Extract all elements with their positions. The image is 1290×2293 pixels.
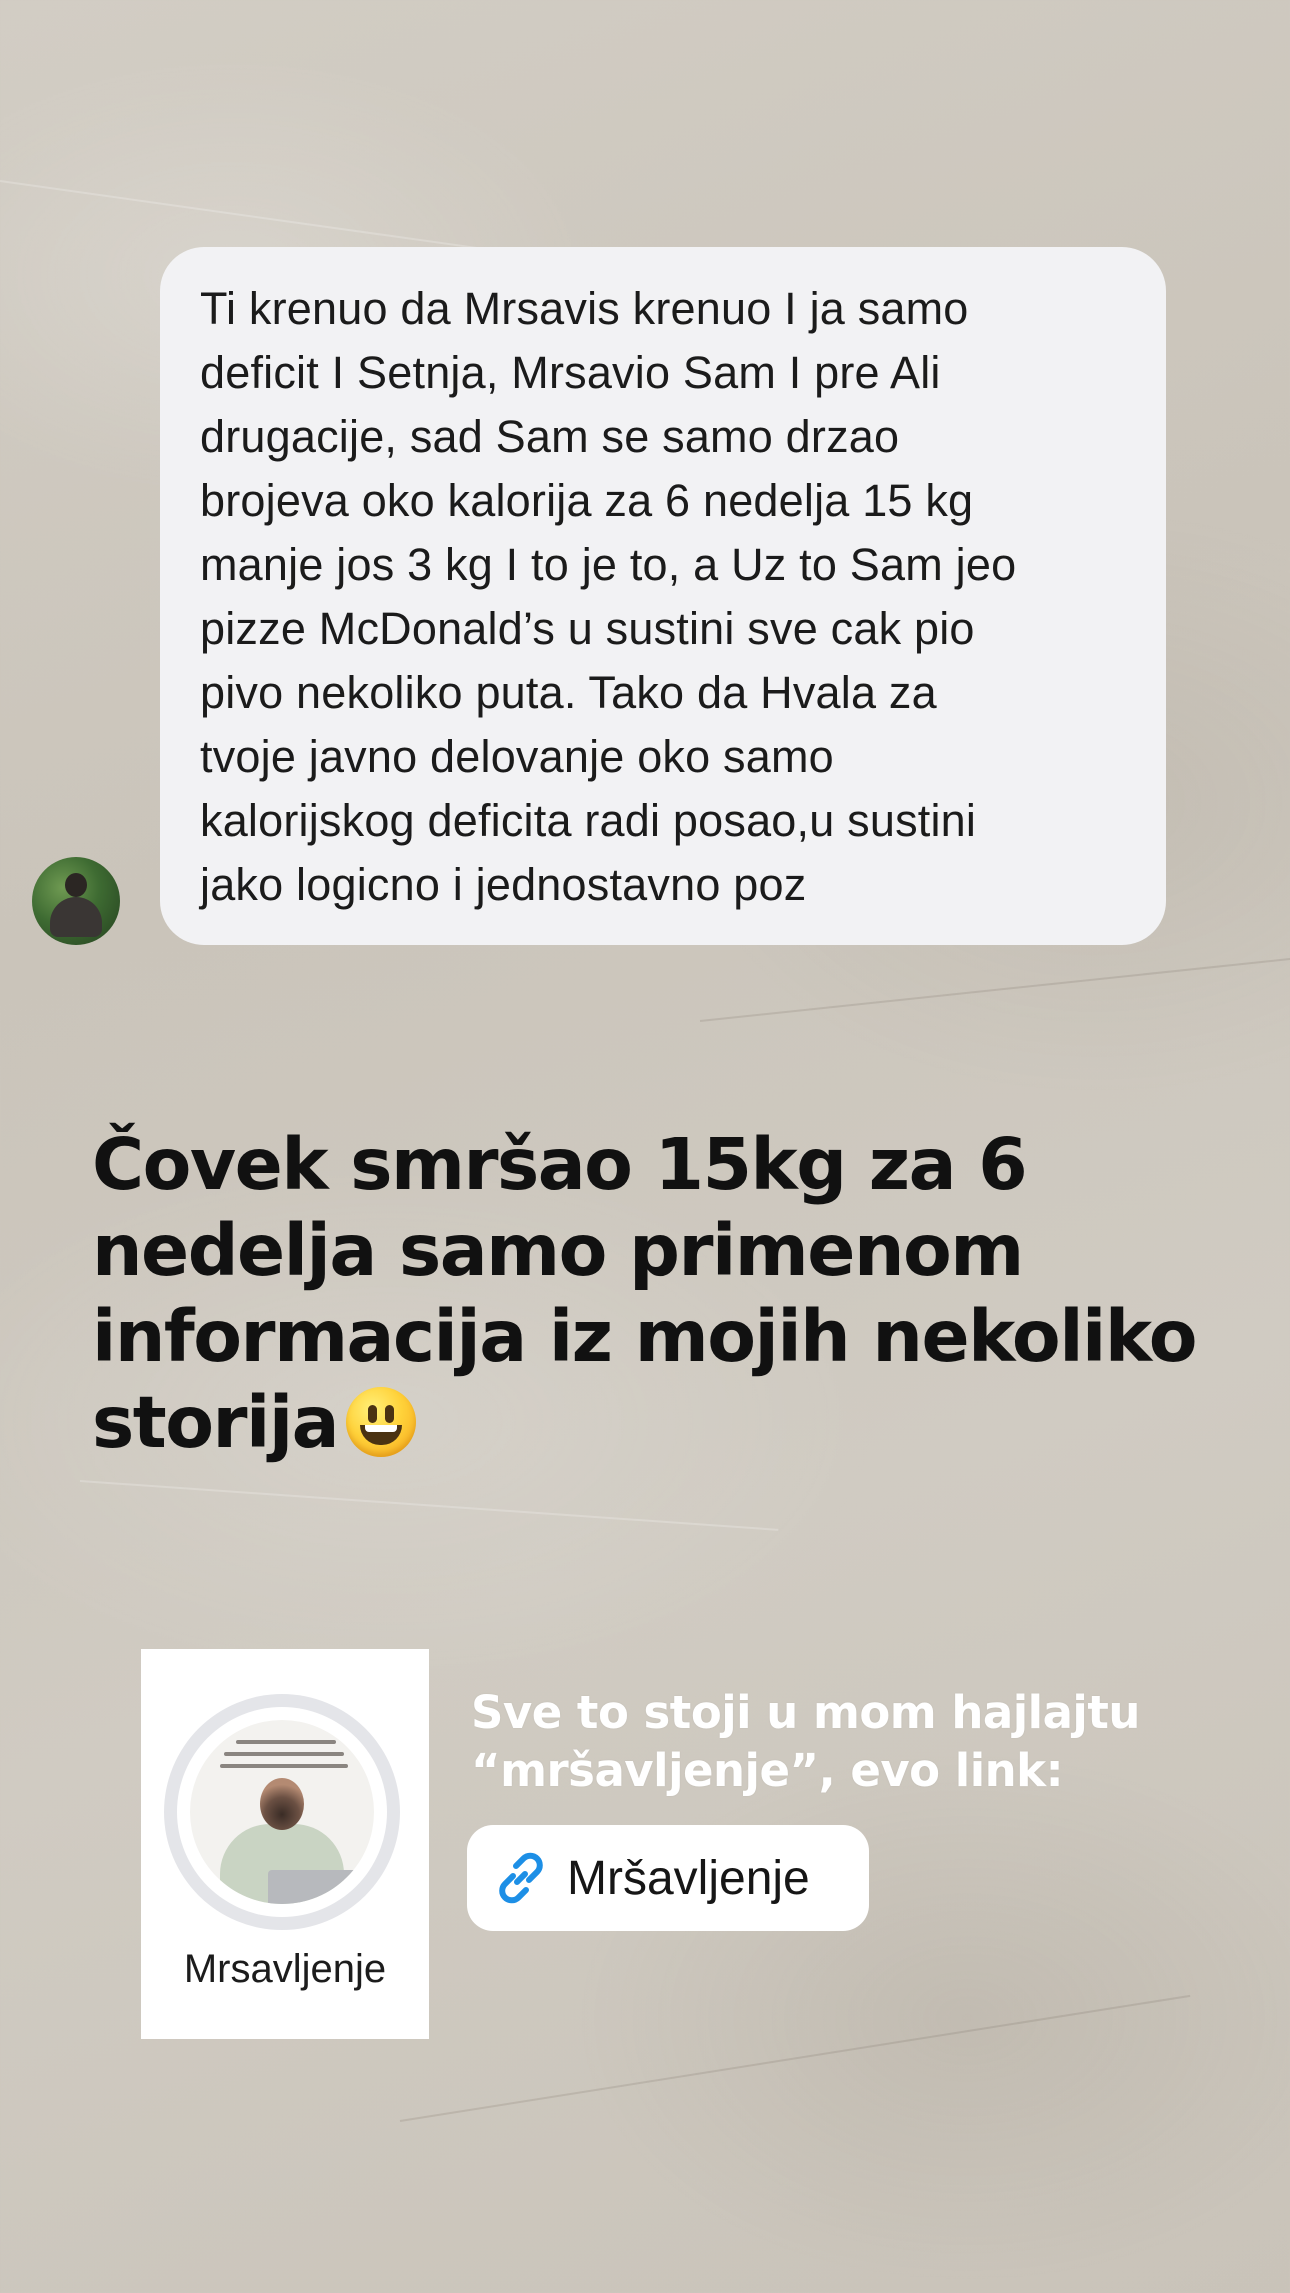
paper-crease bbox=[79, 1480, 779, 1531]
message-line: brojeva oko kalorija za 6 nedelja 15 kg bbox=[200, 475, 974, 526]
sender-avatar bbox=[32, 857, 120, 945]
message-line: kalorijskog deficita radi posao,u sustin… bbox=[200, 795, 977, 846]
message-line: jako logicno i jednostavno poz bbox=[200, 859, 807, 910]
cta-text: Sve to stoji u mom hajlajtu “mršavljenje… bbox=[471, 1686, 1140, 1797]
message-bubble: Ti krenuo da Mrsavis krenuo I ja samo de… bbox=[160, 247, 1166, 945]
smiley-emoji-icon bbox=[346, 1387, 417, 1457]
story-headline: Čovek smršao 15kg za 6 nedelja samo prim… bbox=[92, 1122, 1252, 1466]
paper-crease bbox=[699, 957, 1290, 1022]
message-line: Ti krenuo da Mrsavis krenuo I ja samo bbox=[200, 283, 969, 334]
paper-crease bbox=[399, 1994, 1191, 2122]
message-line: tvoje javno delovanje oko samo bbox=[200, 731, 834, 782]
message-line: pivo nekoliko puta. Tako da Hvala za bbox=[200, 667, 937, 718]
message-line: manje jos 3 kg I to je to, a Uz to Sam j… bbox=[200, 539, 1017, 590]
highlight-label: Mrsavljenje bbox=[183, 1947, 387, 1991]
link-icon bbox=[499, 1852, 543, 1904]
link-sticker-button[interactable]: Mršavljenje bbox=[467, 1825, 869, 1931]
highlight-ring bbox=[164, 1694, 400, 1930]
highlight-sticker[interactable]: Mrsavljenje bbox=[141, 1649, 429, 2039]
message-line: drugacije, sad Sam se samo drzao bbox=[200, 411, 900, 462]
message-line: pizze McDonald’s u sustini sve cak pio bbox=[200, 603, 975, 654]
highlight-cover-image bbox=[190, 1720, 374, 1904]
link-label: Mršavljenje bbox=[567, 1851, 810, 1905]
paper-crease bbox=[0, 180, 516, 255]
message-line: deficit I Setnja, Mrsavio Sam I pre Ali bbox=[200, 347, 941, 398]
headline-text: Čovek smršao 15kg za 6 nedelja samo prim… bbox=[92, 1123, 1197, 1464]
